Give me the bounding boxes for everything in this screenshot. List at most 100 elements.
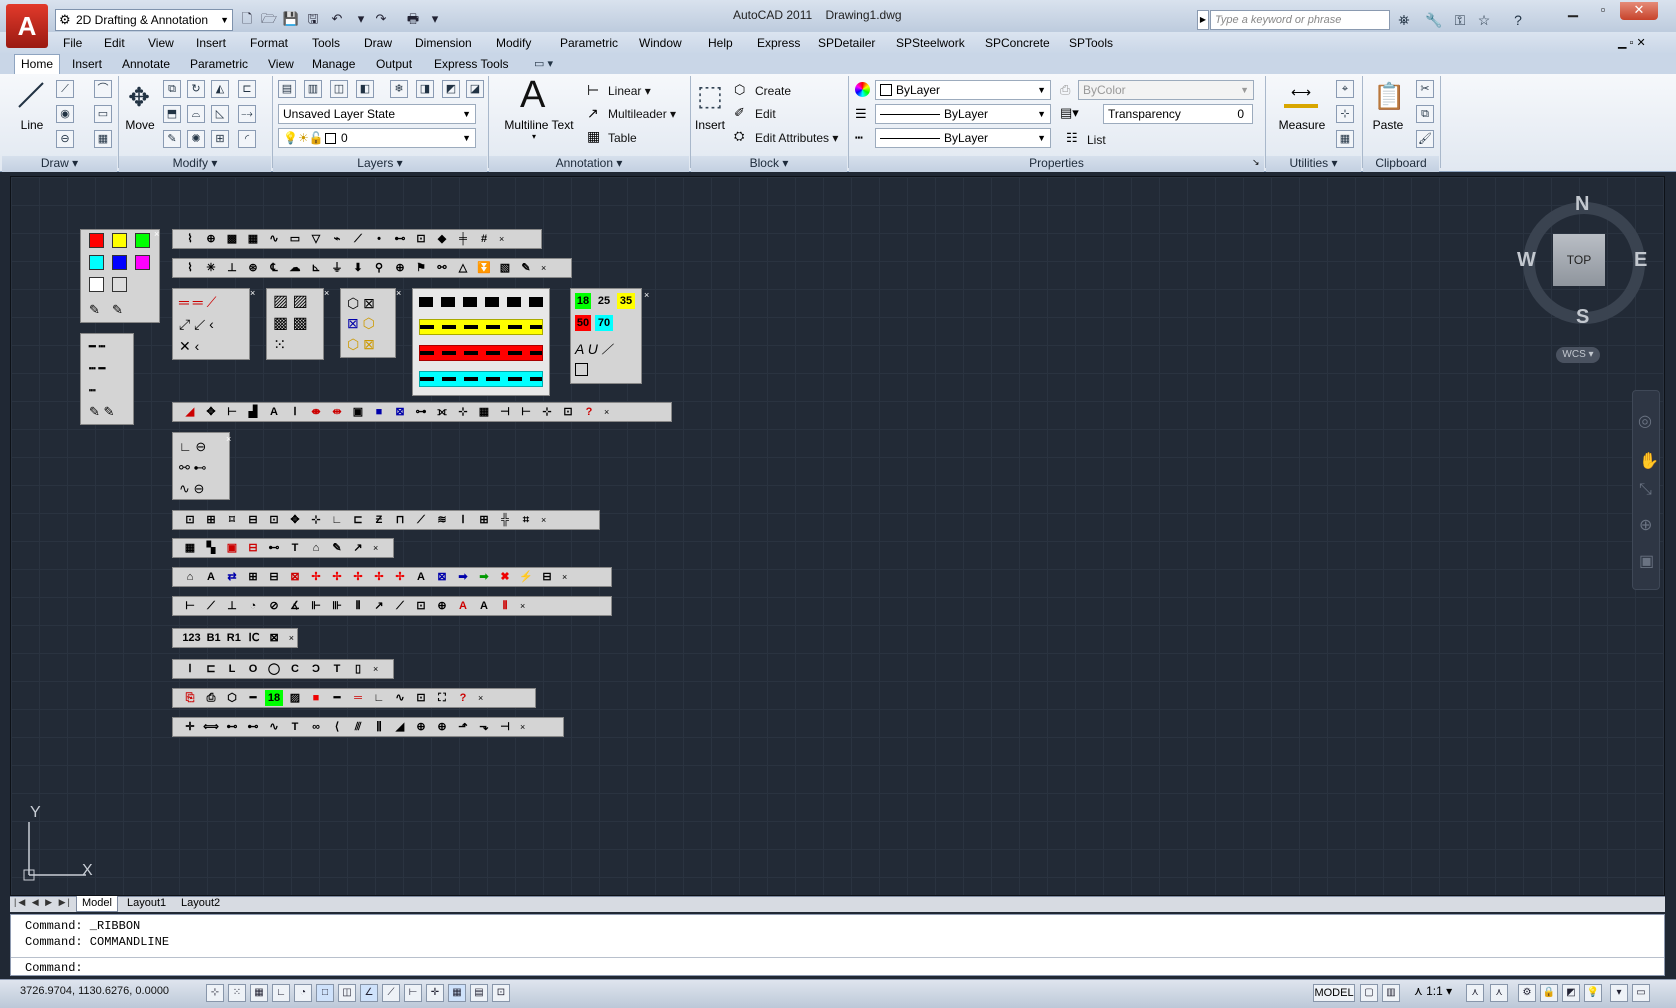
panel-draw-title[interactable]: Draw ▾	[2, 156, 117, 172]
i-shape-icon[interactable]: Ⅰ	[181, 661, 199, 677]
grid-icon[interactable]: ⊞	[244, 569, 262, 585]
text-icon[interactable]: A	[202, 569, 220, 585]
page-icon[interactable]: ⎘	[181, 690, 199, 706]
continue-icon[interactable]: ⊪	[328, 598, 346, 614]
plate-icon[interactable]: ▯	[349, 661, 367, 677]
hatch-pattern-icon[interactable]: ▦	[244, 231, 262, 247]
tag-icons[interactable]: ⬡ ⊠	[347, 293, 375, 313]
undo-icon[interactable]: ↶	[328, 10, 346, 28]
base-icon[interactable]: ⊥	[223, 260, 241, 276]
close-icon[interactable]: ×	[373, 664, 378, 674]
fullscreen-icon[interactable]: ⛶	[433, 690, 451, 706]
section-icon[interactable]: ⊡	[181, 512, 199, 528]
aligned-dim-icon[interactable]: ⟋	[202, 598, 220, 614]
dynamic-input-icon[interactable]: ⊢	[404, 984, 422, 1002]
layer-match-icon[interactable]: ◪	[466, 80, 484, 98]
multiline-text-button-label[interactable]: Multiline Text	[496, 118, 582, 132]
grid-icon[interactable]: ▩	[223, 231, 241, 247]
menu-modify[interactable]: Modify	[496, 36, 531, 50]
line-icon[interactable]	[16, 80, 46, 110]
quick-properties-icon[interactable]: ▤	[470, 984, 488, 1002]
chart-icon[interactable]: ▟	[244, 404, 262, 420]
block-icon[interactable]: ■	[370, 404, 388, 420]
cross-icon[interactable]: ⊠	[286, 569, 304, 585]
properties-launcher-icon[interactable]: ↘	[1252, 157, 1260, 168]
tab-home[interactable]: Home	[14, 54, 61, 74]
ribbon-minimize-icon[interactable]: ▭ ▾	[534, 57, 553, 70]
hatch-icon[interactable]: ▦	[94, 130, 112, 148]
column-icon[interactable]: ╪	[454, 231, 472, 247]
tab-insert[interactable]: Insert	[66, 56, 108, 72]
menu-tools[interactable]: Tools	[312, 36, 340, 50]
search-expand-icon[interactable]: ▶	[1197, 10, 1209, 30]
rail-icon[interactable]: ⊓	[391, 512, 409, 528]
text-icon[interactable]: A	[412, 569, 430, 585]
plot-icon[interactable]: 🖶	[404, 10, 422, 28]
building-icon[interactable]: ⌂	[307, 540, 325, 556]
red-rail-icon[interactable]: ⊟	[244, 540, 262, 556]
compass-east[interactable]: E	[1634, 249, 1647, 272]
leader-icon[interactable]: ⟋	[349, 231, 367, 247]
column-icon[interactable]: ⊟	[244, 512, 262, 528]
lineweight-toggle-icon[interactable]: ✛	[426, 984, 444, 1002]
bolt-icon[interactable]: ⊕	[412, 719, 430, 735]
triangle-down-icon[interactable]: ▽	[307, 231, 325, 247]
move-button-label[interactable]: Move	[122, 118, 158, 132]
leader-icon[interactable]: ↗	[370, 598, 388, 614]
close-icon[interactable]: ×	[373, 543, 378, 553]
match-properties-icon[interactable]: 🖌	[1416, 130, 1434, 148]
green-arrow-icon[interactable]: ➡	[475, 569, 493, 585]
open-file-icon[interactable]: 🗁	[260, 10, 278, 28]
dimension-icon[interactable]: ⊢	[223, 404, 241, 420]
tab-view[interactable]: View	[262, 56, 300, 72]
viewcube-top-face[interactable]: TOP	[1553, 234, 1605, 286]
c-shape-icon[interactable]: C	[286, 661, 304, 677]
create-label[interactable]: Create	[755, 84, 791, 98]
wave-icon[interactable]: ∿	[265, 231, 283, 247]
splice-icon[interactable]: ⊹	[307, 512, 325, 528]
ducs-icon[interactable]: ⟋	[382, 984, 400, 1002]
point-id-icon[interactable]: ⊹	[1336, 105, 1354, 123]
quick-view-layouts-icon[interactable]: ▢	[1360, 984, 1378, 1002]
dash-icon[interactable]: ⊷	[265, 540, 283, 556]
bolt-row-icon[interactable]: ⊷	[223, 719, 241, 735]
flag-icon[interactable]: ⚑	[412, 260, 430, 276]
command-window[interactable]: Command: _RIBBON Command: COMMANDLINE Co…	[10, 914, 1665, 976]
rebar-icon[interactable]: ✢	[370, 569, 388, 585]
layer-isolate-icon[interactable]: ◫	[330, 80, 348, 98]
pencil-icon[interactable]: ✎ ✎	[89, 404, 114, 420]
blue-arrow-icon[interactable]: ⇄	[223, 569, 241, 585]
grid-icon[interactable]: ⊟	[265, 569, 283, 585]
line-weight-row-yellow[interactable]	[419, 319, 543, 335]
create-block-icon[interactable]: ⬡	[734, 82, 745, 98]
hatch-strip-icon[interactable]: ⫼	[370, 719, 388, 735]
pencil-icon[interactable]: ✎	[112, 302, 123, 318]
wave-icon[interactable]: ∿	[265, 719, 283, 735]
double-line-icons[interactable]: ═ ═ ⟋	[179, 291, 216, 313]
cross-box-icon[interactable]: ⊠	[266, 630, 283, 646]
square-icon[interactable]: ▣	[349, 404, 367, 420]
close-icon[interactable]: ×	[520, 722, 525, 732]
centerline-icon[interactable]: ℄	[265, 260, 283, 276]
center-mark-icon[interactable]: ⊡	[412, 598, 430, 614]
dim-edit-icon[interactable]: A	[454, 598, 472, 614]
pen-icon[interactable]: ✎	[517, 260, 535, 276]
box-icon[interactable]: ⊡	[265, 512, 283, 528]
r1-icon[interactable]: R1	[225, 630, 242, 646]
purlin-icon[interactable]: ≋	[433, 512, 451, 528]
cloud-icon[interactable]: ☁	[286, 260, 304, 276]
snap-mode-icon[interactable]: ⁙	[228, 984, 246, 1002]
section-mark-icon[interactable]: ⊕	[202, 231, 220, 247]
arrow-up-right-icon[interactable]: ↗	[349, 540, 367, 556]
table-icon[interactable]: ▦	[587, 128, 600, 145]
menu-spdetailer[interactable]: SPDetailer	[818, 36, 875, 50]
node-icon[interactable]: ⊶	[412, 404, 430, 420]
close-icon[interactable]: ×	[396, 288, 401, 298]
crosshair-icon[interactable]: ⊕	[391, 260, 409, 276]
blue-arrow-icon[interactable]: ➡	[454, 569, 472, 585]
hook-icon[interactable]: ⚯	[433, 260, 451, 276]
text-icon[interactable]: A	[265, 404, 283, 420]
dots-icon[interactable]: ⁙	[273, 335, 286, 357]
hatch-icon[interactable]: ▨	[286, 690, 304, 706]
center-icon[interactable]: ⊕	[433, 598, 451, 614]
